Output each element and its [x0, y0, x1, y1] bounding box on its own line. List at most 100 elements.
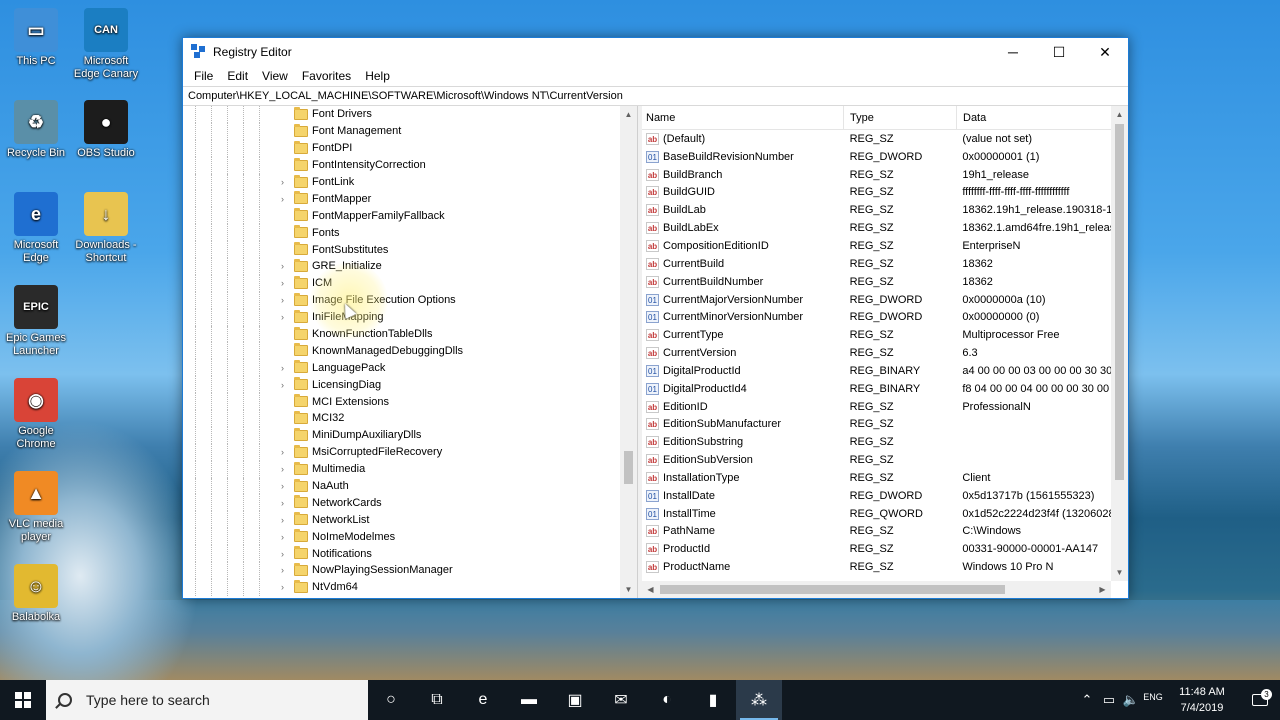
tree-item[interactable]: FontSubstitutes — [183, 241, 620, 259]
downloads-folder-icon[interactable]: ▮ — [690, 680, 736, 720]
value-row[interactable]: 01 InstallDate REG_DWORD 0x5d13717b (156155… — [642, 487, 1111, 505]
value-row[interactable]: ab EditionSubManufacturer REG_SZ — [642, 416, 1111, 434]
title-bar[interactable]: Registry Editor ─ ☐ ✕ — [183, 38, 1128, 66]
tree-item[interactable]: › Multimedia — [183, 460, 620, 478]
values-horizontal-scrollbar[interactable]: ◀ ▶ — [642, 581, 1111, 598]
values-scroll-thumb[interactable] — [1115, 124, 1124, 480]
chevron-right-icon[interactable]: › — [281, 312, 289, 322]
tree-item[interactable]: › Image File Execution Options — [183, 291, 620, 309]
clock[interactable]: 11:48 AM 7/4/2019 — [1164, 684, 1240, 716]
tree-item[interactable]: › Notifications — [183, 545, 620, 563]
chevron-right-icon[interactable]: › — [281, 177, 289, 187]
values-vertical-scrollbar[interactable]: ▲ ▼ — [1111, 106, 1128, 581]
maximize-button[interactable]: ☐ — [1036, 38, 1082, 66]
registry-editor-icon[interactable]: ⁂ — [736, 680, 782, 720]
tree-item[interactable]: Fonts — [183, 224, 620, 242]
file-explorer-icon[interactable]: ▬ — [506, 680, 552, 720]
tree-item[interactable]: › NoImeModelmes — [183, 528, 620, 546]
desktop-icon-balabolka[interactable]: ☺ Balabolka — [0, 564, 72, 624]
value-row[interactable]: ab CurrentVersion REG_SZ 6.3 — [642, 344, 1111, 362]
horizontal-scroll-thumb[interactable] — [660, 585, 1005, 594]
chevron-right-icon[interactable]: › — [281, 447, 289, 457]
tree-item[interactable]: › GRE_Initialize — [183, 258, 620, 275]
desktop-icon-recycle-bin[interactable]: ♻ Recycle Bin — [0, 100, 72, 160]
desktop-icon-edge[interactable]: e Microsoft Edge — [0, 192, 72, 265]
scroll-down-icon[interactable]: ▼ — [1111, 564, 1128, 581]
tree-item[interactable]: › NetworkCards — [183, 494, 620, 512]
tree-item[interactable]: MiniDumpAuxiliaryDlls — [183, 426, 620, 444]
column-name[interactable]: Name — [642, 106, 844, 129]
menu-view[interactable]: View — [255, 69, 295, 83]
values-pane[interactable]: Name Type Data ab (Default) REG_SZ (value n… — [642, 106, 1128, 598]
value-row[interactable]: 01 CurrentMajorVersionNumber REG_DWORD 0x00… — [642, 291, 1111, 309]
value-row[interactable]: ab BuildLab REG_SZ 18362.19h1_release.19031… — [642, 201, 1111, 219]
desktop-icon-folder-download[interactable]: ↓ Downloads - Shortcut — [70, 192, 142, 265]
menu-help[interactable]: Help — [358, 69, 397, 83]
desktop-icon-monitor[interactable]: ▭ This PC — [0, 8, 72, 68]
value-row[interactable]: 01 CurrentMinorVersionNumber REG_DWORD 0x00… — [642, 308, 1111, 326]
value-row[interactable]: ab BuildGUID REG_SZ ffffffff-ffff-ffff-ffff… — [642, 184, 1111, 202]
value-row[interactable]: ab PathName REG_SZ C:\Windows — [642, 523, 1111, 541]
tree-item[interactable]: › LicensingDiag — [183, 376, 620, 394]
task-view-icon[interactable]: ⧉ — [414, 680, 460, 720]
tree-item[interactable]: KnownManagedDebuggingDlls — [183, 342, 620, 360]
value-row[interactable]: ab CurrentType REG_SZ Multiprocessor Free — [642, 326, 1111, 344]
menu-favorites[interactable]: Favorites — [295, 69, 358, 83]
tree-item[interactable]: MCI Extensions — [183, 393, 620, 411]
value-row[interactable]: ab CurrentBuildNumber REG_SZ 18362 — [642, 273, 1111, 291]
taskbar-search[interactable]: Type here to search — [46, 680, 368, 720]
tree-item[interactable]: › NtVdm64 — [183, 578, 620, 596]
tree-item[interactable]: FontMapperFamilyFallback — [183, 207, 620, 225]
edge-canary-icon[interactable]: ◐ — [644, 680, 690, 720]
scroll-up-icon[interactable]: ▲ — [620, 106, 637, 123]
tree-item[interactable]: › FontMapper — [183, 190, 620, 208]
desktop-icon-vlc[interactable]: ▲ VLC media player — [0, 471, 72, 544]
address-bar[interactable]: Computer\HKEY_LOCAL_MACHINE\SOFTWARE\Mic… — [183, 86, 1128, 106]
menu-edit[interactable]: Edit — [220, 69, 255, 83]
value-row[interactable]: ab EditionSubVersion REG_SZ — [642, 451, 1111, 469]
value-row[interactable]: ab CurrentBuild REG_SZ 18362 — [642, 255, 1111, 273]
tree-scroll-thumb[interactable] — [624, 451, 633, 484]
value-row[interactable]: ab EditionID REG_SZ ProfessionalN — [642, 398, 1111, 416]
tree-item[interactable]: › NetworkList — [183, 511, 620, 529]
value-row[interactable]: ab ProductId REG_SZ 00331-90000-00001-AA147 — [642, 540, 1111, 558]
cortana-icon[interactable]: ○ — [368, 680, 414, 720]
chevron-right-icon[interactable]: › — [281, 549, 289, 559]
tree-item[interactable]: KnownFunctionTableDlls — [183, 325, 620, 343]
chevron-right-icon[interactable]: › — [281, 194, 289, 204]
desktop-icon-chrome[interactable]: ◉ Google Chrome — [0, 378, 72, 451]
chevron-right-icon[interactable]: › — [281, 261, 289, 271]
value-row[interactable]: ab BuildBranch REG_SZ 19h1_release — [642, 166, 1111, 184]
chevron-right-icon[interactable]: › — [281, 565, 289, 575]
edge-icon[interactable]: e — [460, 680, 506, 720]
value-row[interactable]: ab InstallationType REG_SZ Client — [642, 469, 1111, 487]
close-button[interactable]: ✕ — [1082, 38, 1128, 66]
scroll-down-icon[interactable]: ▼ — [620, 581, 637, 598]
tree-item[interactable]: MCI32 — [183, 410, 620, 427]
scroll-right-icon[interactable]: ▶ — [1094, 585, 1111, 594]
value-row[interactable]: ab CompositionEditionID REG_SZ EnterpriseN — [642, 237, 1111, 255]
action-center-button[interactable]: 3 — [1240, 689, 1280, 706]
column-type[interactable]: Type — [844, 106, 957, 129]
scroll-left-icon[interactable]: ◀ — [642, 585, 659, 594]
chevron-right-icon[interactable]: › — [281, 295, 289, 305]
volume-icon[interactable]: 🔈 — [1120, 692, 1142, 708]
scroll-up-icon[interactable]: ▲ — [1111, 106, 1128, 123]
mail-icon[interactable]: ✉ — [598, 680, 644, 720]
registry-editor-window[interactable]: Registry Editor ─ ☐ ✕ File Edit View Fav… — [182, 37, 1129, 599]
desktop-icon-edge-canary[interactable]: CAN Microsoft Edge Canary — [70, 8, 142, 81]
value-row[interactable]: ab EditionSubstring REG_SZ — [642, 433, 1111, 451]
network-icon[interactable]: ▭ — [1098, 692, 1120, 708]
tree-item[interactable]: FontDPI — [183, 139, 620, 157]
chevron-right-icon[interactable]: › — [281, 515, 289, 525]
key-tree-pane[interactable]: Font Drivers Font Management FontDPI FontIn… — [183, 106, 638, 598]
tree-vertical-scrollbar[interactable]: ▲ ▼ — [620, 106, 637, 598]
start-button[interactable] — [0, 680, 46, 720]
value-row[interactable]: 01 BaseBuildRevisionNumber REG_DWORD 0x0000… — [642, 148, 1111, 166]
chevron-right-icon[interactable]: › — [281, 481, 289, 491]
value-row[interactable]: 01 DigitalProductId4 REG_BINARY f8 04 00 00… — [642, 380, 1111, 398]
tree-item[interactable]: › MsiCorruptedFileRecovery — [183, 443, 620, 461]
desktop-icon-obs[interactable]: ● OBS Studio — [70, 100, 142, 160]
chevron-right-icon[interactable]: › — [281, 278, 289, 288]
chevron-right-icon[interactable]: › — [281, 464, 289, 474]
